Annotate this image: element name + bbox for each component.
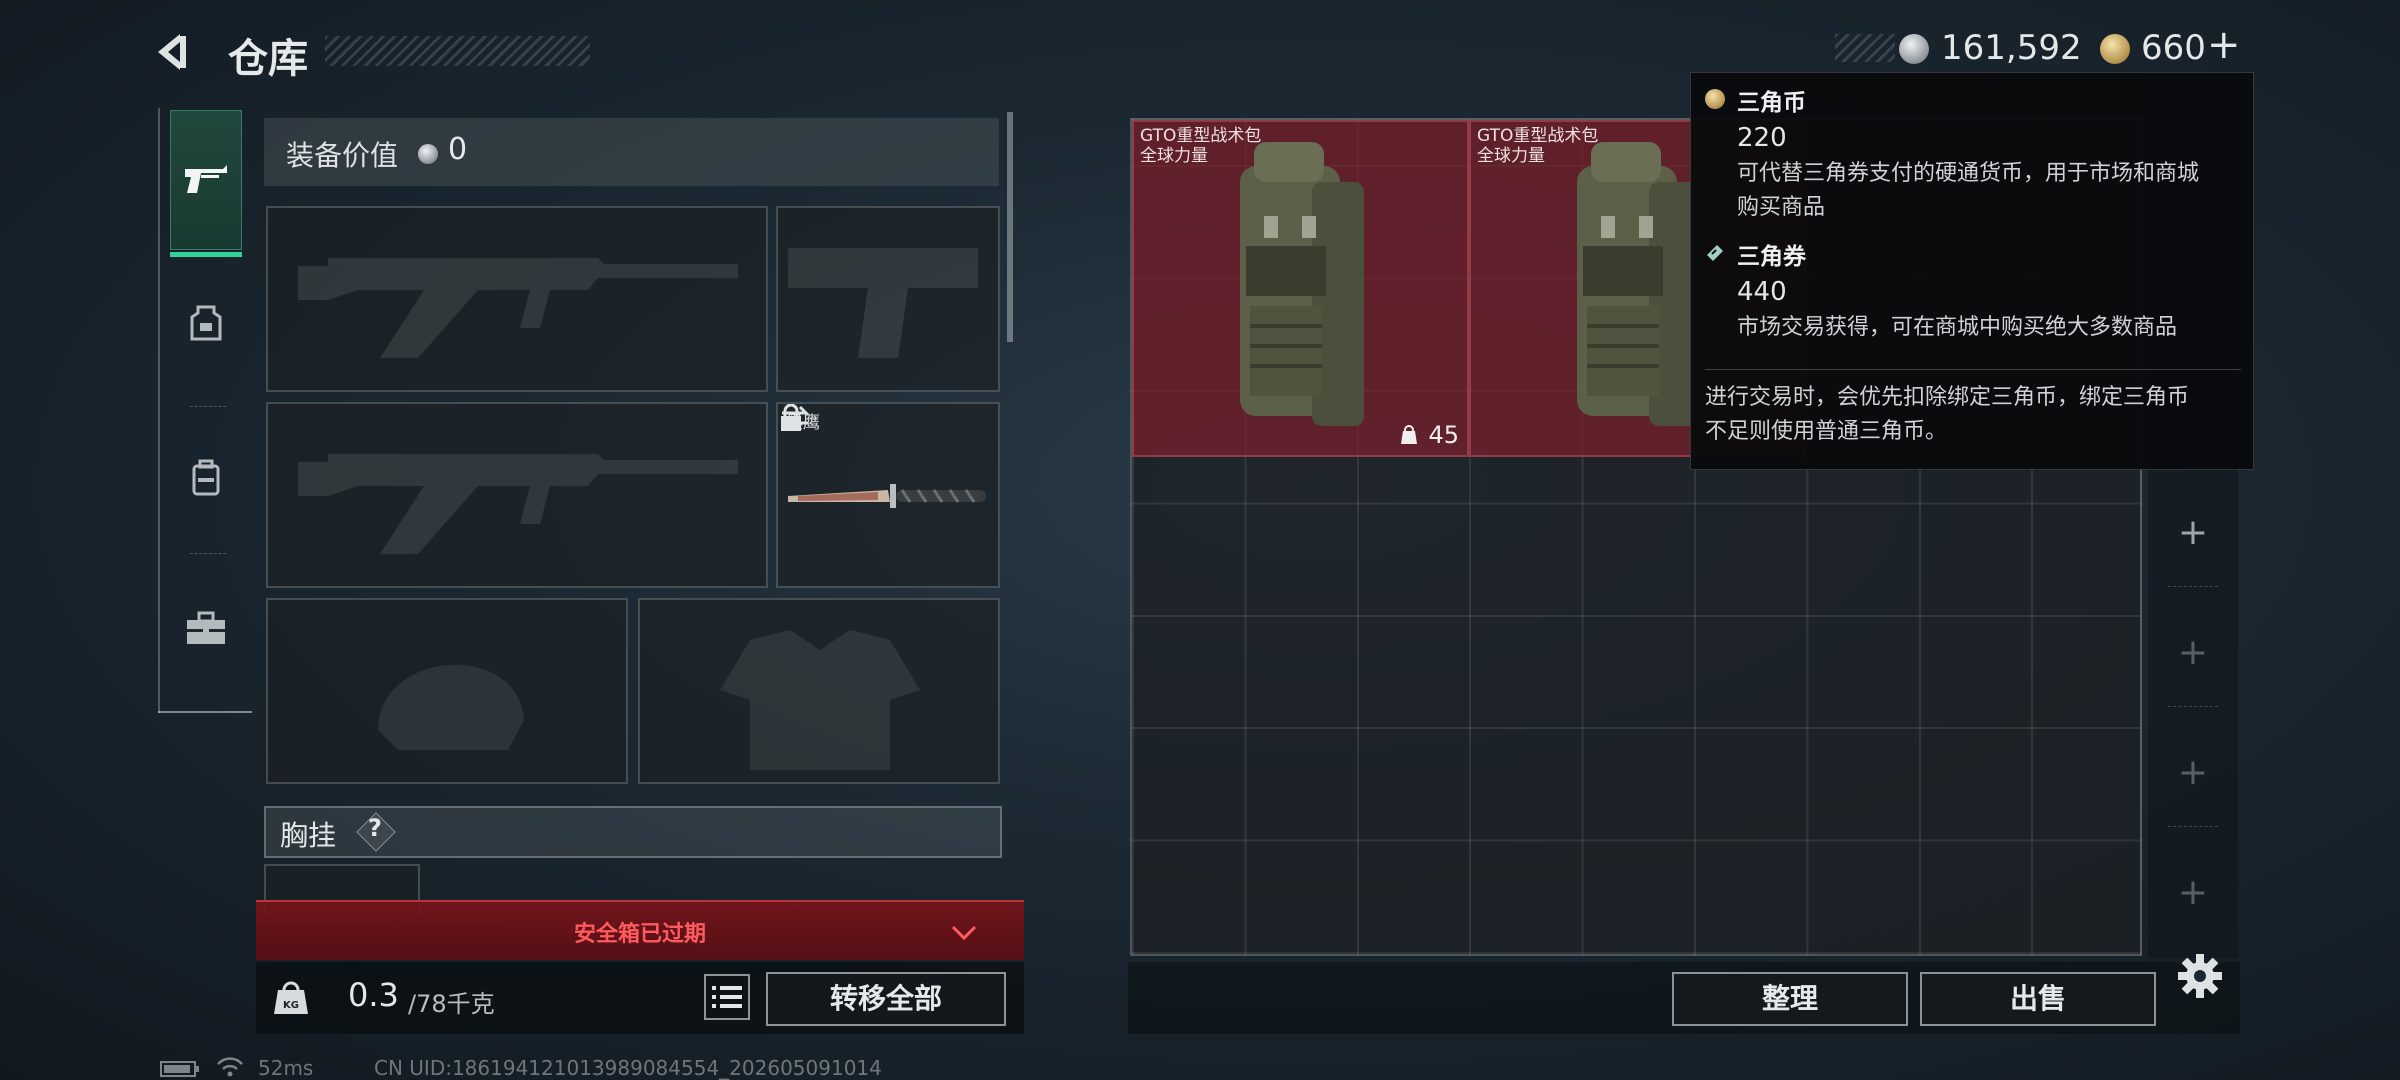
chest-rig-header: 胸挂 ?	[264, 806, 1002, 858]
battery-icon	[160, 1061, 199, 1077]
safe-box-alert[interactable]: 安全箱已过期	[256, 900, 1024, 960]
coin-name: 三角币	[1737, 90, 1806, 116]
rail-divider	[2168, 586, 2218, 587]
back-arrow-icon[interactable]	[150, 28, 198, 76]
add-page-button[interactable]: +	[2148, 512, 2238, 553]
gold-amount[interactable]: 660	[2141, 28, 2206, 68]
weight-icon: KG	[274, 981, 308, 1014]
rifle-silhouette-icon	[298, 454, 738, 554]
currency-bar: 161,592 660 +	[1835, 22, 2255, 68]
svg-text:KG: KG	[283, 1000, 299, 1011]
pistol-icon	[185, 165, 227, 193]
inventory-footer: KG 0.3 /78千克 转移全部	[256, 962, 1024, 1034]
lock-icon	[781, 404, 801, 431]
tooltip-note-line: 进行交易时，会优先扣除绑定三角币，绑定三角币	[1705, 385, 2190, 410]
tooltip-divider	[1705, 369, 2241, 370]
ticket-description: 市场交易获得，可在商城中购买绝大多数商品	[1737, 315, 2178, 340]
weight-current: 0.3	[348, 976, 399, 1014]
gear-icon[interactable]	[2176, 952, 2224, 1000]
weight-max: /78千克	[408, 990, 495, 1018]
list-view-button[interactable]	[704, 974, 750, 1020]
silver-amount: 161,592	[1941, 28, 2082, 68]
coin-description-line: 购买商品	[1737, 195, 1826, 220]
stash-item[interactable]: GTO重型战术包 全球力量 45	[1132, 120, 1469, 457]
add-page-button[interactable]: +	[2148, 872, 2238, 913]
tab-backpack[interactable]	[170, 413, 242, 543]
transfer-all-button[interactable]: 转移全部	[766, 972, 1006, 1026]
scrollbar[interactable]	[1007, 112, 1013, 342]
armor-silhouette-icon	[720, 630, 920, 770]
title-decoration	[325, 36, 590, 66]
rifle-silhouette-icon	[298, 258, 738, 358]
melee-slot[interactable]: 黑鹰	[776, 402, 1000, 588]
pistol-silhouette-icon	[788, 248, 978, 358]
active-tab-indicator	[170, 252, 242, 257]
coin-description: 可代替三角券支付的硬通货币，用于市场和商城 购买商品	[1737, 157, 2199, 225]
wifi-icon	[217, 1057, 243, 1077]
page-title: 仓库	[228, 36, 308, 82]
triangle-coin-icon	[1705, 89, 1725, 109]
tooltip-note-line: 不足则使用普通三角币。	[1705, 419, 1948, 444]
add-page-button[interactable]: +	[2148, 632, 2238, 673]
tab-rig[interactable]	[170, 258, 242, 388]
tab-divider	[190, 406, 226, 407]
header: 仓库	[150, 22, 590, 82]
capacity-icon	[1401, 425, 1417, 444]
rail-line	[158, 108, 160, 713]
backpack-item-icon	[1240, 142, 1364, 426]
silver-coin-icon	[1899, 34, 1929, 64]
primary-weapon-slot[interactable]	[266, 206, 768, 392]
rail-bottom-line	[158, 711, 252, 713]
tooltip-note: 进行交易时，会优先扣除绑定三角币，绑定三角币 不足则使用普通三角币。	[1705, 381, 2189, 449]
category-rail	[158, 108, 252, 713]
equipment-value-label: 装备价值	[286, 139, 399, 172]
ticket-name: 三角券	[1737, 244, 1806, 270]
chevron-down-icon[interactable]	[951, 924, 977, 942]
armor-slot[interactable]	[638, 598, 1000, 784]
help-icon[interactable]: ?	[368, 814, 382, 842]
currency-tooltip: 三角币 220 可代替三角券支付的硬通货币，用于市场和商城 购买商品 三角券 4…	[1690, 72, 2254, 470]
ticket-amount: 440	[1737, 277, 1787, 307]
add-page-button[interactable]: +	[2148, 752, 2238, 793]
currency-decoration	[1835, 34, 1895, 62]
chest-rig-label: 胸挂	[280, 819, 337, 852]
secondary-weapon-slot[interactable]	[266, 402, 768, 588]
coin-description-line: 可代替三角券支付的硬通货币，用于市场和商城	[1737, 161, 2200, 186]
helmet-slot[interactable]	[266, 598, 628, 784]
rail-divider	[2168, 706, 2218, 707]
stash-footer: 整理 出售	[1128, 962, 2240, 1034]
rig-icon	[190, 305, 222, 341]
equipment-value-bar: 装备价值 0	[264, 118, 999, 186]
equipment-value-amount: 0	[448, 132, 468, 167]
backpack-icon	[192, 459, 220, 496]
silver-coin-icon	[418, 144, 438, 164]
status-bar: 52ms CN UID:18619412101398908455​4_20260…	[160, 1056, 1160, 1080]
item-capacity: 45	[1428, 421, 1459, 449]
knife-icon	[788, 484, 986, 508]
tab-weapons[interactable]	[170, 110, 242, 250]
pistol-slot[interactable]	[776, 206, 1000, 392]
uid-text: CN UID:18619412101398908455​4_2026050910…	[374, 1056, 882, 1080]
tab-divider	[190, 553, 226, 554]
ping-text: 52ms	[258, 1056, 314, 1080]
rail-divider	[2168, 826, 2218, 827]
safe-box-expired-text: 安全箱已过期	[573, 922, 706, 947]
list-icon	[712, 986, 742, 1008]
sell-button[interactable]: 出售	[1920, 972, 2156, 1026]
toolbox-icon	[187, 611, 225, 644]
gold-coin-icon	[2100, 34, 2130, 64]
add-currency-button[interactable]: +	[2207, 22, 2241, 68]
triangle-ticket-icon	[1707, 245, 1723, 261]
helmet-silhouette-icon	[378, 664, 524, 750]
loadout-panel: 装备价值 0 黑鹰 胸挂 ?	[256, 112, 1014, 1032]
coin-amount: 220	[1737, 123, 1787, 153]
tab-toolbox[interactable]	[170, 563, 242, 693]
sort-button[interactable]: 整理	[1672, 972, 1908, 1026]
